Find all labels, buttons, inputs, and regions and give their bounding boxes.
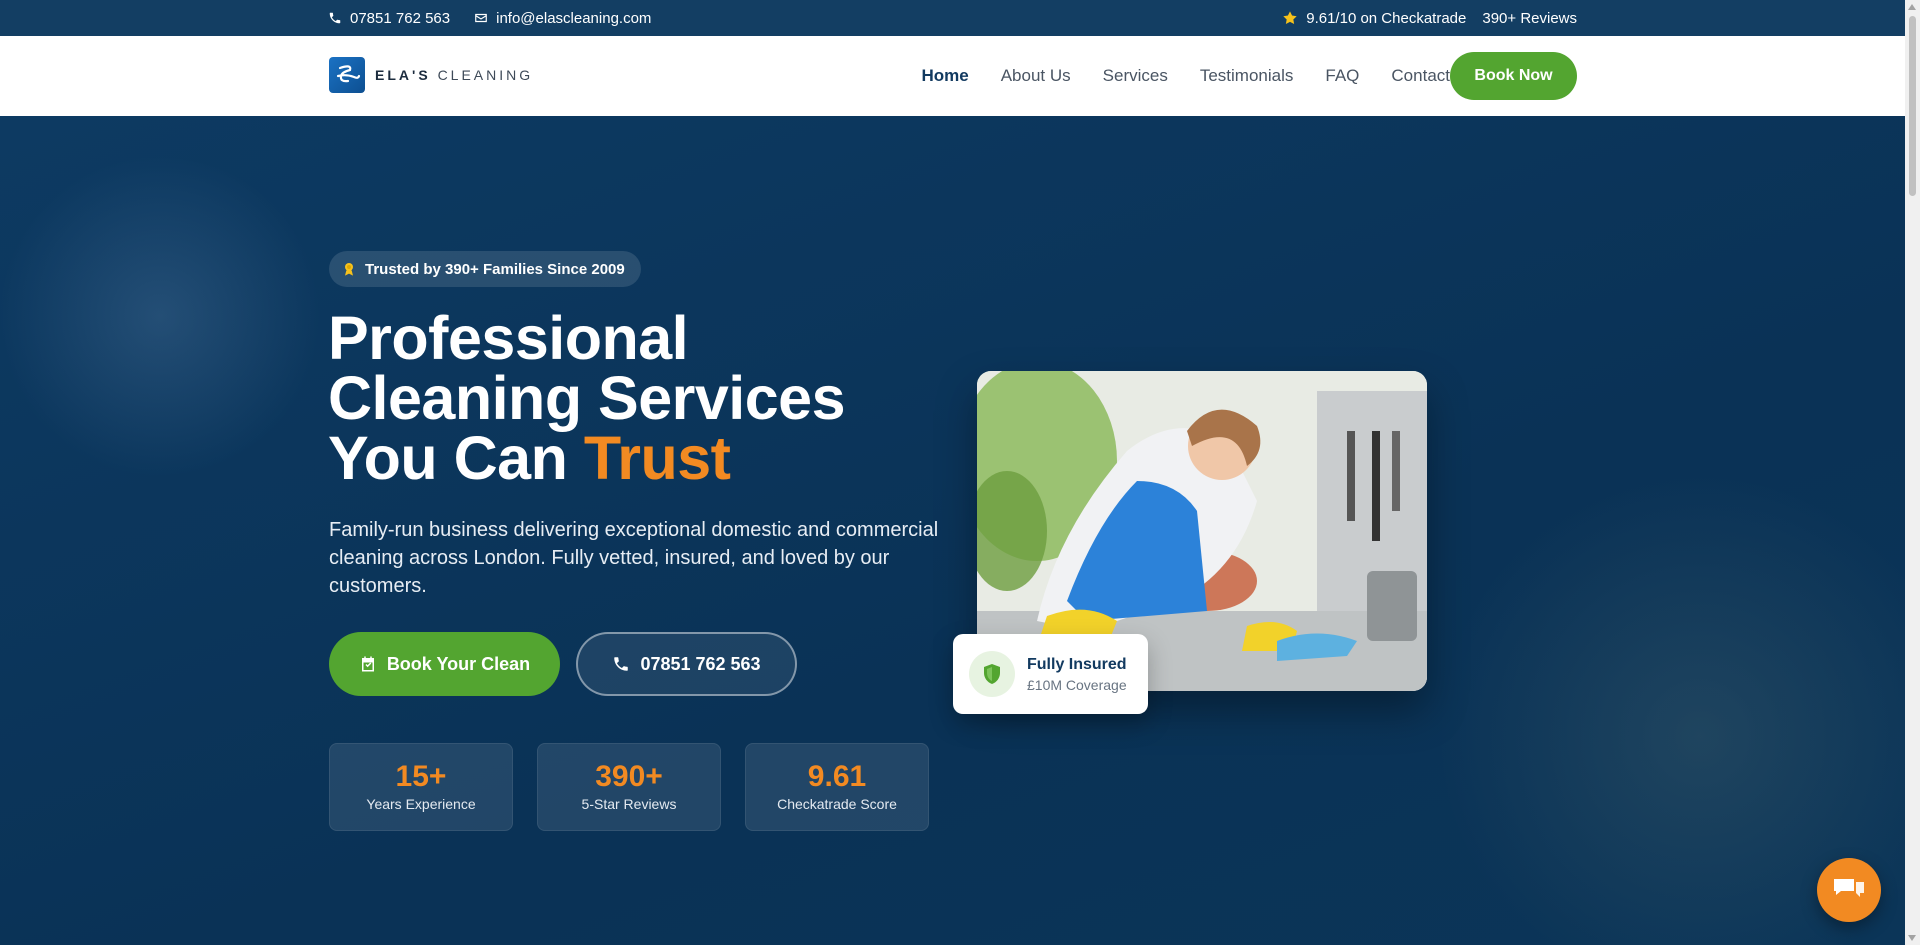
hero-title-line2: Cleaning Services	[328, 364, 846, 432]
nav-item-contact[interactable]: Contact	[1391, 66, 1450, 86]
main-navbar: ELA'S CLEANING Home About Us Services Te…	[0, 36, 1905, 116]
brand-name-bold: ELA'S	[375, 67, 431, 83]
top-info-bar: 07851 762 563 info@elascleaning.com 9.61…	[0, 0, 1905, 36]
scroll-down-arrow[interactable]	[1908, 935, 1916, 941]
page-scrollbar[interactable]	[1905, 0, 1920, 945]
stat-card-score: 9.61 Checkatrade Score	[745, 743, 929, 831]
stat-value: 390+	[595, 760, 663, 793]
top-phone-text: 07851 762 563	[350, 9, 451, 27]
stat-card-experience: 15+ Years Experience	[329, 743, 513, 831]
top-contact-group: 07851 762 563 info@elascleaning.com	[328, 0, 651, 36]
stat-label: Checkatrade Score	[777, 796, 897, 812]
top-phone-link[interactable]: 07851 762 563	[328, 10, 450, 27]
hero-title-line1: Professional	[328, 304, 689, 372]
nav-item-testimonials[interactable]: Testimonials	[1200, 66, 1294, 86]
brand-name: ELA'S CLEANING	[375, 67, 533, 83]
hero-title-line3: You Can	[328, 424, 584, 492]
stat-card-reviews: 390+ 5-Star Reviews	[537, 743, 721, 831]
brand-logo[interactable]: ELA'S CLEANING	[329, 57, 533, 93]
stat-label: Years Experience	[366, 796, 476, 812]
envelope-icon	[475, 13, 487, 23]
stat-value: 9.61	[807, 760, 867, 793]
brand-name-rest: CLEANING	[437, 67, 534, 83]
hero-section: Trusted by 390+ Families Since 2009 Prof…	[0, 116, 1905, 945]
chat-icon	[1834, 879, 1864, 897]
trust-badge-text: Trusted by 390+ Families Since 2009	[365, 260, 625, 278]
stat-value: 15+	[395, 760, 447, 793]
nav-menu: Home About Us Services Testimonials FAQ …	[921, 36, 1450, 116]
top-email-link[interactable]: info@elascleaning.com	[474, 10, 651, 27]
nav-item-about-us[interactable]: About Us	[1001, 66, 1071, 86]
scroll-up-arrow[interactable]	[1908, 4, 1916, 10]
book-now-button[interactable]: Book Now	[1450, 52, 1577, 100]
top-rating-group: 9.61/10 on Checkatrade 390+ Reviews	[1282, 0, 1577, 36]
nav-item-faq[interactable]: FAQ	[1325, 66, 1359, 86]
star-icon	[1283, 11, 1297, 24]
top-rating: 9.61/10 on Checkatrade	[1282, 10, 1466, 27]
hero-title-accent: Trust	[583, 424, 731, 492]
call-phone-button[interactable]: 07851 762 563	[576, 632, 797, 696]
calendar-icon	[361, 656, 374, 672]
book-your-clean-button[interactable]: Book Your Clean	[329, 632, 560, 696]
insured-subtitle: £10M Coverage	[1027, 676, 1127, 693]
top-email-text: info@elascleaning.com	[496, 9, 652, 27]
phone-icon	[329, 12, 341, 24]
nav-item-home[interactable]: Home	[921, 66, 968, 86]
insured-title: Fully Insured	[1027, 655, 1127, 673]
shield-icon-wrap	[969, 651, 1015, 697]
stat-label: 5-Star Reviews	[581, 796, 677, 812]
hero-subtitle: Family-run business delivering exception…	[329, 519, 939, 597]
top-rating-text: 9.61/10 on Checkatrade	[1306, 9, 1467, 27]
hero-title: Professional Cleaning Services You Can T…	[328, 308, 928, 489]
top-reviews-text: 390+ Reviews	[1482, 9, 1577, 27]
logo-mark-icon	[329, 57, 365, 93]
fully-insured-card: Fully Insured £10M Coverage	[953, 634, 1148, 714]
chat-widget-button[interactable]	[1817, 858, 1881, 922]
award-icon	[345, 263, 353, 276]
phone-icon	[614, 657, 629, 671]
nav-item-services[interactable]: Services	[1103, 66, 1168, 86]
scroll-thumb[interactable]	[1909, 16, 1916, 196]
trust-badge: Trusted by 390+ Families Since 2009	[329, 251, 641, 287]
call-phone-label: 07851 762 563	[640, 653, 761, 674]
book-your-clean-label: Book Your Clean	[386, 653, 531, 674]
shield-icon	[984, 664, 1000, 684]
